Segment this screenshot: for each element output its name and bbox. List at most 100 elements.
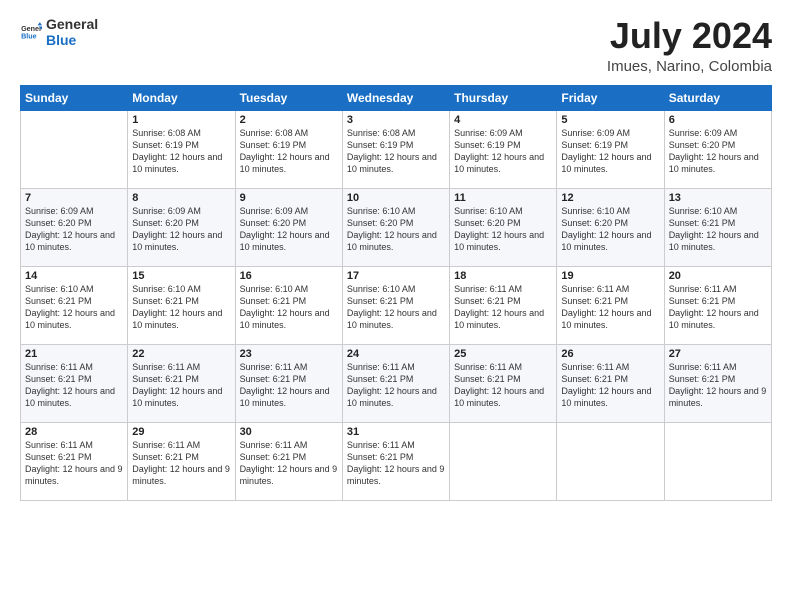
day-info: Sunrise: 6:11 AMSunset: 6:21 PMDaylight:…: [454, 284, 544, 330]
col-thursday: Thursday: [450, 85, 557, 110]
calendar-cell: 20 Sunrise: 6:11 AMSunset: 6:21 PMDaylig…: [664, 266, 771, 344]
calendar-cell: 30 Sunrise: 6:11 AMSunset: 6:21 PMDaylig…: [235, 422, 342, 500]
logo-general: General: [46, 16, 98, 32]
day-info: Sunrise: 6:11 AMSunset: 6:21 PMDaylight:…: [669, 362, 767, 408]
day-number: 16: [240, 270, 338, 282]
calendar-cell: [21, 110, 128, 188]
calendar-cell: 18 Sunrise: 6:11 AMSunset: 6:21 PMDaylig…: [450, 266, 557, 344]
day-info: Sunrise: 6:10 AMSunset: 6:21 PMDaylight:…: [240, 284, 330, 330]
main-title: July 2024: [607, 16, 772, 56]
calendar-cell: 17 Sunrise: 6:10 AMSunset: 6:21 PMDaylig…: [342, 266, 449, 344]
calendar-cell: 13 Sunrise: 6:10 AMSunset: 6:21 PMDaylig…: [664, 188, 771, 266]
day-info: Sunrise: 6:09 AMSunset: 6:19 PMDaylight:…: [454, 128, 544, 174]
calendar-cell: 9 Sunrise: 6:09 AMSunset: 6:20 PMDayligh…: [235, 188, 342, 266]
day-number: 17: [347, 270, 445, 282]
day-info: Sunrise: 6:11 AMSunset: 6:21 PMDaylight:…: [669, 284, 759, 330]
day-info: Sunrise: 6:10 AMSunset: 6:21 PMDaylight:…: [347, 284, 437, 330]
svg-text:Blue: Blue: [21, 33, 37, 41]
calendar-cell: 29 Sunrise: 6:11 AMSunset: 6:21 PMDaylig…: [128, 422, 235, 500]
calendar-cell: 8 Sunrise: 6:09 AMSunset: 6:20 PMDayligh…: [128, 188, 235, 266]
calendar-cell: 3 Sunrise: 6:08 AMSunset: 6:19 PMDayligh…: [342, 110, 449, 188]
day-number: 31: [347, 426, 445, 438]
day-info: Sunrise: 6:10 AMSunset: 6:20 PMDaylight:…: [347, 206, 437, 252]
day-info: Sunrise: 6:08 AMSunset: 6:19 PMDaylight:…: [347, 128, 437, 174]
day-number: 18: [454, 270, 552, 282]
day-info: Sunrise: 6:10 AMSunset: 6:20 PMDaylight:…: [561, 206, 651, 252]
day-number: 4: [454, 114, 552, 126]
calendar-table: Sunday Monday Tuesday Wednesday Thursday…: [20, 85, 772, 501]
day-info: Sunrise: 6:11 AMSunset: 6:21 PMDaylight:…: [561, 284, 651, 330]
calendar-header-row: Sunday Monday Tuesday Wednesday Thursday…: [21, 85, 772, 110]
calendar-cell: [664, 422, 771, 500]
logo: General Blue General Blue: [20, 16, 98, 48]
col-tuesday: Tuesday: [235, 85, 342, 110]
day-info: Sunrise: 6:11 AMSunset: 6:21 PMDaylight:…: [347, 362, 437, 408]
day-number: 26: [561, 348, 659, 360]
calendar-week-5: 28 Sunrise: 6:11 AMSunset: 6:21 PMDaylig…: [21, 422, 772, 500]
day-info: Sunrise: 6:11 AMSunset: 6:21 PMDaylight:…: [132, 440, 230, 486]
day-number: 6: [669, 114, 767, 126]
calendar-cell: [450, 422, 557, 500]
col-friday: Friday: [557, 85, 664, 110]
day-number: 9: [240, 192, 338, 204]
calendar-cell: 25 Sunrise: 6:11 AMSunset: 6:21 PMDaylig…: [450, 344, 557, 422]
col-sunday: Sunday: [21, 85, 128, 110]
day-info: Sunrise: 6:09 AMSunset: 6:19 PMDaylight:…: [561, 128, 651, 174]
day-info: Sunrise: 6:09 AMSunset: 6:20 PMDaylight:…: [240, 206, 330, 252]
calendar-cell: 23 Sunrise: 6:11 AMSunset: 6:21 PMDaylig…: [235, 344, 342, 422]
day-info: Sunrise: 6:08 AMSunset: 6:19 PMDaylight:…: [132, 128, 222, 174]
day-info: Sunrise: 6:09 AMSunset: 6:20 PMDaylight:…: [669, 128, 759, 174]
calendar-cell: 21 Sunrise: 6:11 AMSunset: 6:21 PMDaylig…: [21, 344, 128, 422]
day-number: 2: [240, 114, 338, 126]
calendar-cell: 11 Sunrise: 6:10 AMSunset: 6:20 PMDaylig…: [450, 188, 557, 266]
day-number: 22: [132, 348, 230, 360]
day-number: 25: [454, 348, 552, 360]
col-saturday: Saturday: [664, 85, 771, 110]
calendar-cell: 16 Sunrise: 6:10 AMSunset: 6:21 PMDaylig…: [235, 266, 342, 344]
day-info: Sunrise: 6:10 AMSunset: 6:21 PMDaylight:…: [132, 284, 222, 330]
header-row: General Blue General Blue July 2024 Imue…: [20, 16, 772, 75]
calendar-cell: 2 Sunrise: 6:08 AMSunset: 6:19 PMDayligh…: [235, 110, 342, 188]
calendar-week-2: 7 Sunrise: 6:09 AMSunset: 6:20 PMDayligh…: [21, 188, 772, 266]
day-number: 3: [347, 114, 445, 126]
day-info: Sunrise: 6:09 AMSunset: 6:20 PMDaylight:…: [132, 206, 222, 252]
day-info: Sunrise: 6:11 AMSunset: 6:21 PMDaylight:…: [132, 362, 222, 408]
day-info: Sunrise: 6:10 AMSunset: 6:21 PMDaylight:…: [669, 206, 759, 252]
day-number: 11: [454, 192, 552, 204]
day-info: Sunrise: 6:11 AMSunset: 6:21 PMDaylight:…: [240, 440, 338, 486]
day-info: Sunrise: 6:10 AMSunset: 6:20 PMDaylight:…: [454, 206, 544, 252]
subtitle: Imues, Narino, Colombia: [607, 58, 772, 75]
day-info: Sunrise: 6:10 AMSunset: 6:21 PMDaylight:…: [25, 284, 115, 330]
calendar-cell: 4 Sunrise: 6:09 AMSunset: 6:19 PMDayligh…: [450, 110, 557, 188]
day-number: 29: [132, 426, 230, 438]
calendar-week-1: 1 Sunrise: 6:08 AMSunset: 6:19 PMDayligh…: [21, 110, 772, 188]
day-number: 20: [669, 270, 767, 282]
day-number: 1: [132, 114, 230, 126]
day-number: 12: [561, 192, 659, 204]
calendar-cell: 28 Sunrise: 6:11 AMSunset: 6:21 PMDaylig…: [21, 422, 128, 500]
day-number: 7: [25, 192, 123, 204]
day-info: Sunrise: 6:08 AMSunset: 6:19 PMDaylight:…: [240, 128, 330, 174]
day-number: 30: [240, 426, 338, 438]
day-number: 19: [561, 270, 659, 282]
day-number: 14: [25, 270, 123, 282]
day-number: 23: [240, 348, 338, 360]
day-number: 10: [347, 192, 445, 204]
day-number: 28: [25, 426, 123, 438]
calendar-cell: 12 Sunrise: 6:10 AMSunset: 6:20 PMDaylig…: [557, 188, 664, 266]
day-number: 24: [347, 348, 445, 360]
day-info: Sunrise: 6:11 AMSunset: 6:21 PMDaylight:…: [454, 362, 544, 408]
calendar-cell: 15 Sunrise: 6:10 AMSunset: 6:21 PMDaylig…: [128, 266, 235, 344]
day-info: Sunrise: 6:11 AMSunset: 6:21 PMDaylight:…: [561, 362, 651, 408]
col-monday: Monday: [128, 85, 235, 110]
page: General Blue General Blue July 2024 Imue…: [0, 0, 792, 612]
calendar-cell: 10 Sunrise: 6:10 AMSunset: 6:20 PMDaylig…: [342, 188, 449, 266]
day-number: 8: [132, 192, 230, 204]
calendar-cell: [557, 422, 664, 500]
day-number: 13: [669, 192, 767, 204]
day-info: Sunrise: 6:11 AMSunset: 6:21 PMDaylight:…: [25, 362, 115, 408]
calendar-cell: 7 Sunrise: 6:09 AMSunset: 6:20 PMDayligh…: [21, 188, 128, 266]
calendar-cell: 6 Sunrise: 6:09 AMSunset: 6:20 PMDayligh…: [664, 110, 771, 188]
day-number: 5: [561, 114, 659, 126]
day-info: Sunrise: 6:11 AMSunset: 6:21 PMDaylight:…: [240, 362, 330, 408]
